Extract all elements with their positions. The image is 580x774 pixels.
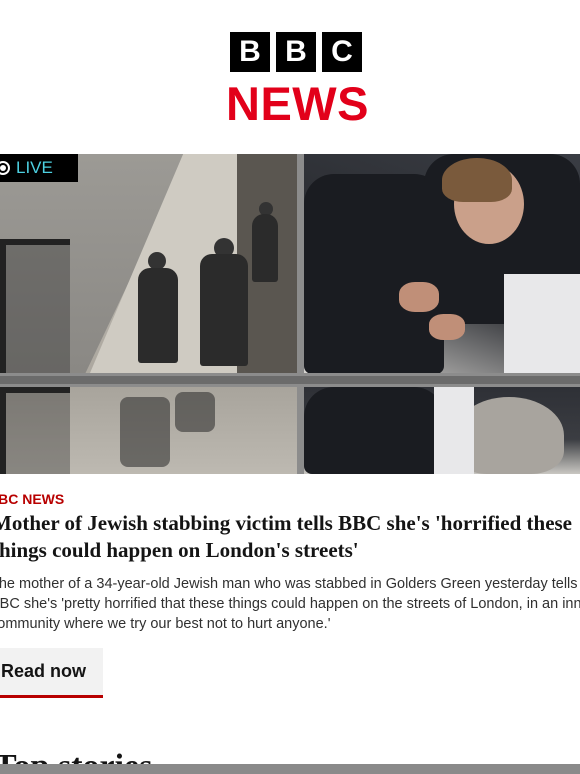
hand-shape [399,282,439,312]
hand-shape [429,314,465,340]
headline-line: Mother of Jewish stabbing victim tells B… [0,511,573,535]
bbc-logo-block-b1: B [230,32,270,72]
cctv-street-panel [0,154,297,373]
pedestrian-figure [138,268,178,363]
email-newsletter: B B C NEWS LIVE BC NEWS Mother of Jewish… [0,0,580,774]
officer-figure [304,387,444,474]
article-video-thumbnail[interactable]: LIVE [0,154,580,474]
pedestrian-figure [252,214,278,282]
panel-divider [0,376,580,384]
shadow-shape [120,397,170,467]
read-now-button[interactable]: Read now [0,648,103,698]
shadow-shape [175,392,215,432]
bottom-scroll-bar [0,764,580,774]
live-icon [0,161,10,175]
summary-line: BBC she's 'pretty horrified that these t… [0,596,580,612]
article-kicker: BBC NEWS [0,491,65,507]
shirt-shape [504,274,580,373]
live-badge: LIVE [0,154,78,182]
officer-hair [442,158,512,202]
bbc-logo-block-c: C [322,32,362,72]
pedestrian-figure [200,254,248,366]
article-summary: The mother of a 34-year-old Jewish man w… [0,574,580,634]
arrest-panel-top [304,154,580,373]
arrest-panel-bottom [304,387,580,474]
news-wordmark: NEWS [226,77,369,130]
headline-line: things could happen on London's streets' [0,538,359,562]
shirt-shape [434,387,474,474]
bbc-news-masthead[interactable]: B B C NEWS [0,32,580,132]
bus-shelter-shape [0,387,70,474]
article-headline-link[interactable]: Mother of Jewish stabbing victim tells B… [0,510,580,564]
summary-line: community where we try our best not to h… [0,616,331,632]
live-label: LIVE [16,158,53,177]
cctv-pavement-panel [0,387,297,474]
summary-line: The mother of a 34-year-old Jewish man w… [0,576,580,592]
bbc-logo: B B C [230,32,362,72]
bbc-logo-block-b2: B [276,32,316,72]
bus-shelter-shape [0,239,70,373]
officer-figure [304,174,444,373]
